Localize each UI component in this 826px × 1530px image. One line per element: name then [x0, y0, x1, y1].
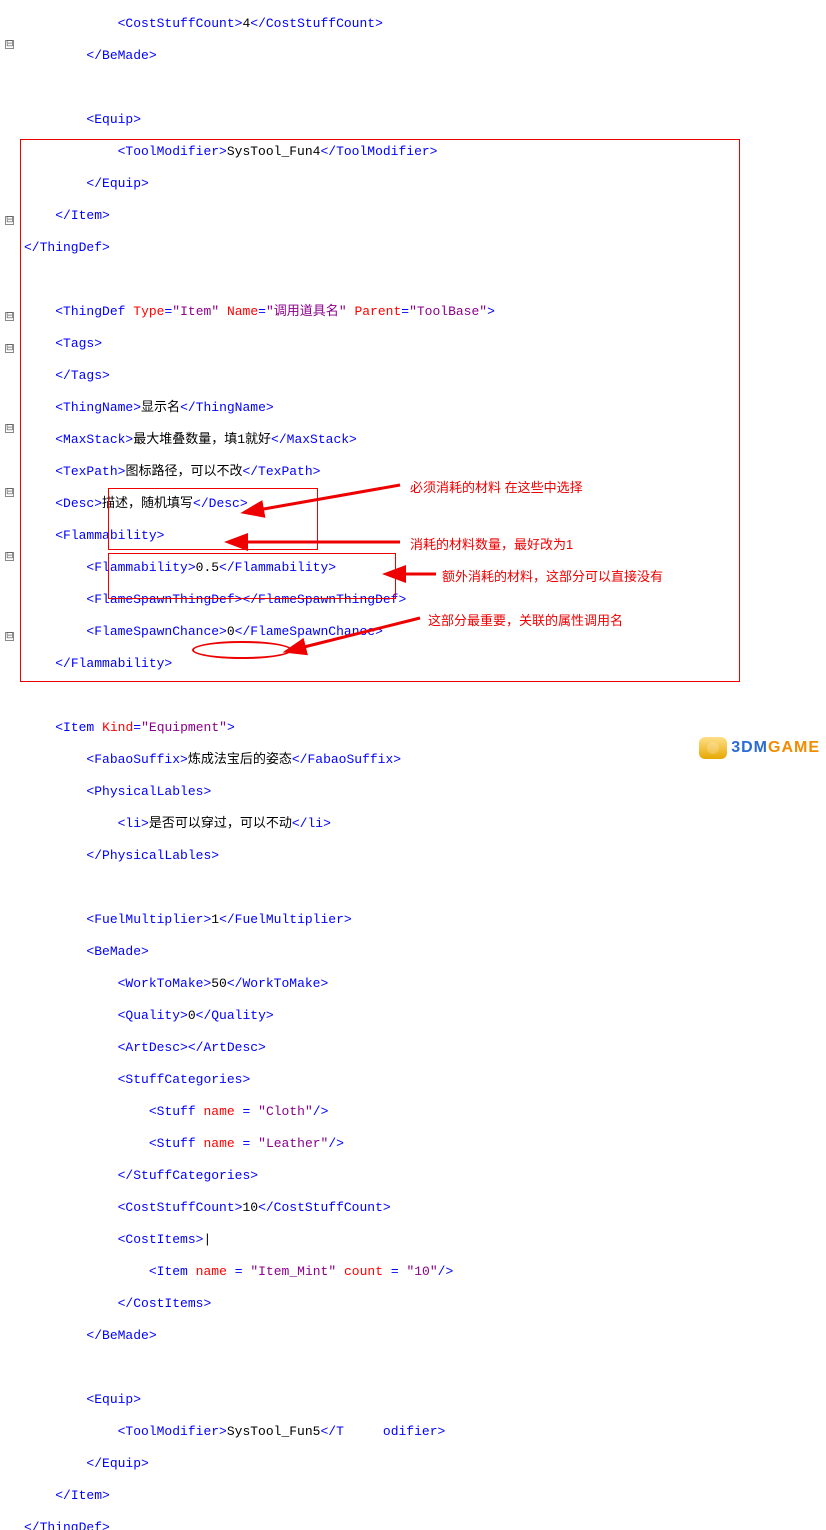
- watermark: 3DMGAME: [699, 737, 820, 759]
- annotation-text-2: 消耗的材料数量，最好改为1: [410, 534, 573, 553]
- fold-toggle[interactable]: ⊟: [5, 40, 14, 49]
- fold-toggle[interactable]: ⊟: [5, 216, 14, 225]
- annotation-box-stuff: [108, 488, 318, 550]
- watermark-text: 3DMGAME: [731, 739, 820, 756]
- fold-toggle[interactable]: ⊟: [5, 488, 14, 497]
- annotation-box-costitems: [108, 553, 396, 599]
- fold-toggle[interactable]: ⊟: [5, 632, 14, 641]
- text-cursor: |: [203, 1232, 211, 1247]
- fold-toggle[interactable]: ⊟: [5, 552, 14, 561]
- code-line: <CostStuffCount>4</CostStuffCount>: [24, 16, 617, 32]
- annotation-text-1: 必须消耗的材料 在这些中选择: [410, 477, 583, 496]
- fold-toggle[interactable]: ⊟: [5, 312, 14, 321]
- annotation-text-3: 额外消耗的材料，这部分可以直接没有: [442, 566, 663, 585]
- annotation-text-4: 这部分最重要，关联的属性调用名: [428, 610, 623, 629]
- annotation-box-main: [20, 139, 740, 682]
- watermark-icon: [699, 737, 727, 759]
- code-gutter: ⊟ ⊟ ⊟ ⊟ ⊟ ⊟ ⊟ ⊟: [0, 0, 20, 765]
- fold-toggle[interactable]: ⊟: [5, 424, 14, 433]
- fold-toggle[interactable]: ⊟: [5, 344, 14, 353]
